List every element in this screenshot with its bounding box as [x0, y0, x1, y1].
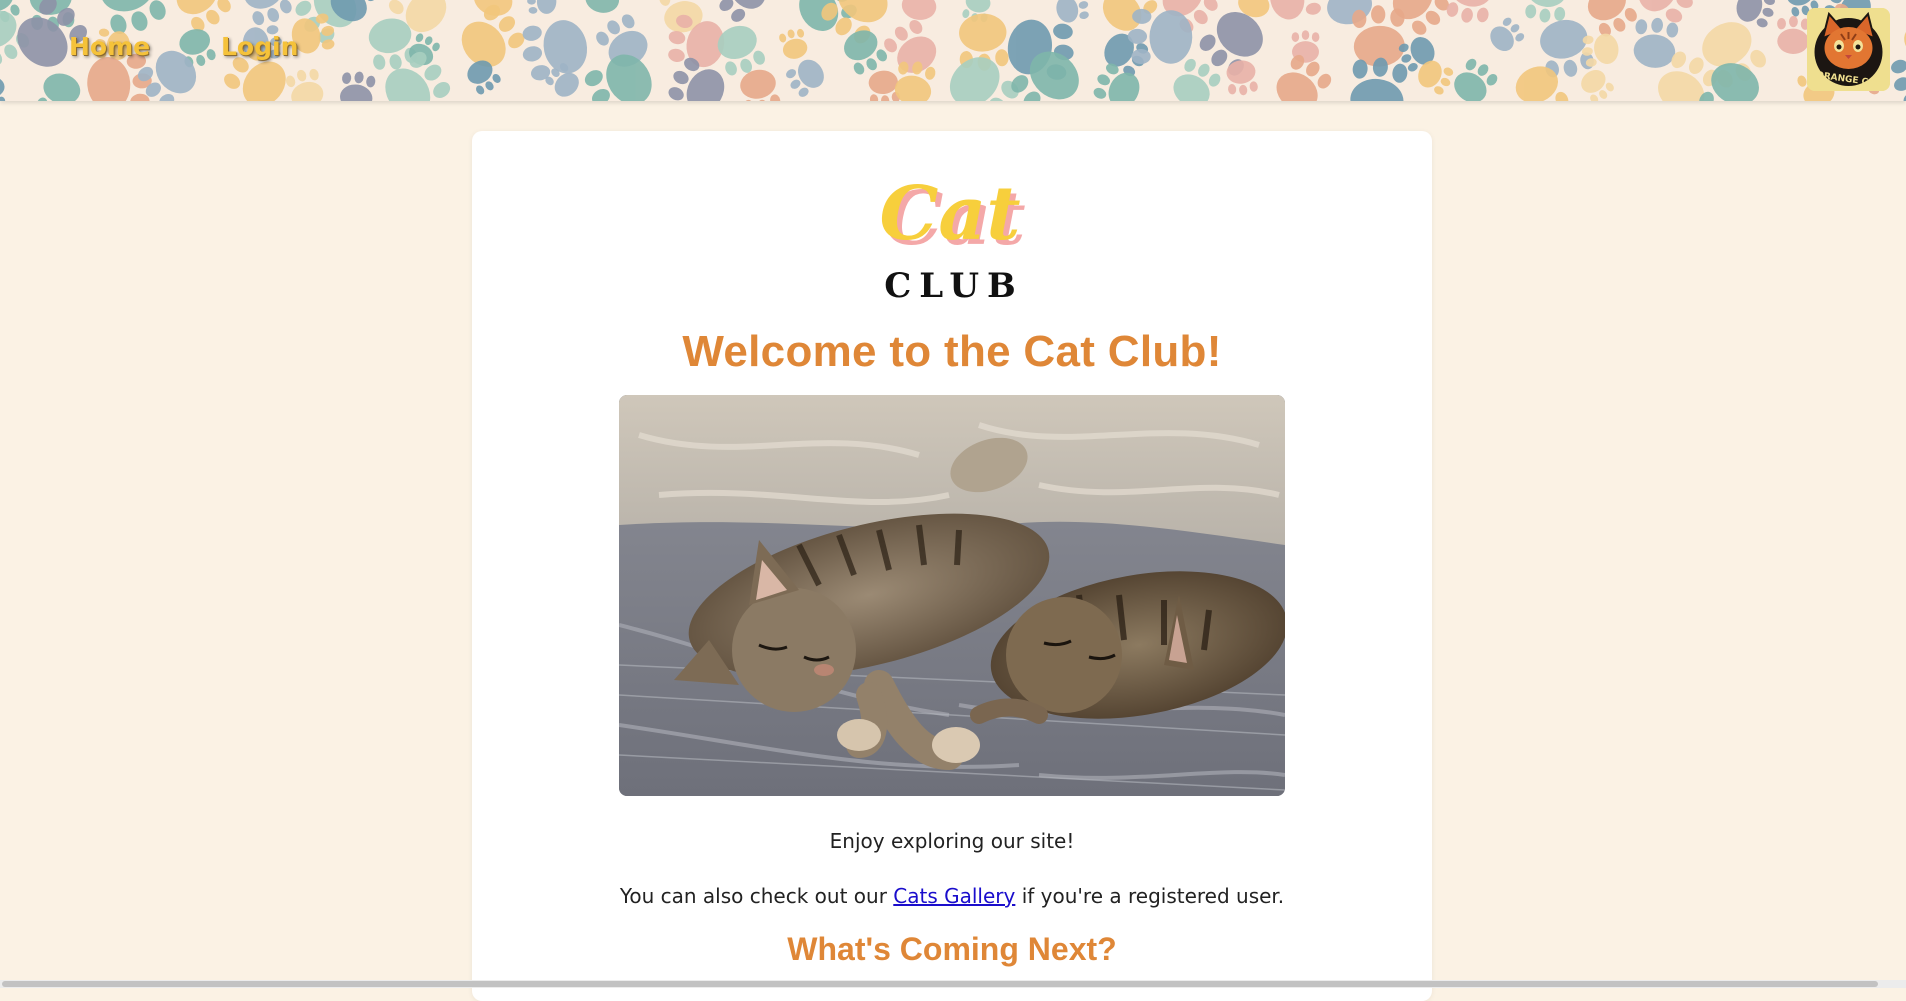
page-title: Welcome to the Cat Club!	[472, 327, 1432, 377]
logo-word-club: CLUB	[884, 266, 1024, 306]
paw-print-icon	[1581, 0, 1641, 41]
paw-print-icon	[284, 65, 327, 101]
paw-print-icon	[1897, 5, 1906, 67]
paw-print-icon	[338, 69, 377, 101]
paw-print-icon	[1053, 0, 1091, 25]
orange-cat-badge-icon: ORANGE CAT	[1807, 8, 1890, 91]
paw-print-icon	[1269, 50, 1336, 101]
paw-print-icon	[452, 0, 530, 76]
paw-print-icon	[1445, 0, 1495, 26]
paw-print-icon	[1127, 9, 1192, 65]
cats-gallery-link[interactable]: Cats Gallery	[893, 884, 1015, 908]
paw-print-icon	[1448, 55, 1501, 101]
gallery-text-prefix: You can also check out our	[620, 884, 893, 908]
paw-print-icon	[1580, 32, 1621, 68]
paw-print-icon	[1777, 16, 1810, 55]
paw-print-icon	[778, 26, 810, 61]
kittens-photo	[619, 395, 1285, 796]
logo-word-cat: Cat	[879, 171, 1020, 257]
whats-coming-next-heading: What's Coming Next?	[472, 931, 1432, 968]
paw-print-icon	[782, 54, 829, 100]
paw-print-icon	[1347, 55, 1408, 101]
cat-club-logo: Cat Cat CLUB	[862, 167, 1042, 307]
paw-print-icon	[527, 0, 557, 15]
paw-print-icon	[708, 0, 774, 26]
paw-print-icon	[376, 46, 457, 101]
paw-print-icon	[1576, 65, 1616, 101]
top-navbar: Home Login ORANGE CAT	[0, 0, 1906, 101]
main-content-card: Cat Cat CLUB Welcome to the Cat Club!	[472, 131, 1432, 1001]
paw-print-icon	[1485, 15, 1527, 56]
avatar[interactable]: ORANGE CAT	[1807, 8, 1890, 91]
paw-print-icon	[899, 0, 941, 22]
nav-login-link[interactable]: Login	[221, 32, 298, 61]
paw-print-icon	[583, 0, 624, 16]
hero-image-sleeping-kittens	[619, 395, 1285, 796]
paw-print-icon	[34, 69, 85, 101]
enjoy-text: Enjoy exploring our site!	[472, 829, 1432, 853]
scrollbar-thumb[interactable]	[2, 981, 1878, 987]
paw-print-icon	[0, 76, 5, 101]
paw-print-icon	[1317, 0, 1376, 29]
gallery-text: You can also check out our Cats Gallery …	[472, 884, 1432, 908]
paw-print-icon	[1509, 59, 1572, 101]
nav-home-link[interactable]: Home	[69, 32, 150, 61]
horizontal-scrollbar[interactable]	[0, 980, 1906, 988]
paw-print-icon	[1266, 0, 1325, 24]
gallery-text-suffix: if you're a registered user.	[1015, 884, 1284, 908]
paw-print-icon	[238, 0, 295, 30]
